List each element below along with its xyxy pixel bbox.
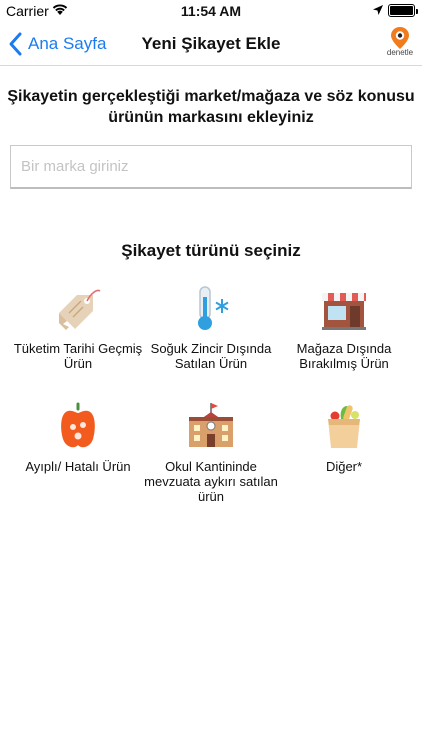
school-building-icon [189, 403, 233, 447]
category-other[interactable]: Diğer* [274, 401, 414, 474]
category-school-canteen[interactable]: Okul Kantininde mevzuata aykırı satılan … [141, 401, 281, 504]
rotten-pepper-icon [61, 402, 95, 448]
category-label: Soğuk Zincir Dışında Satılan Ürün [150, 341, 272, 371]
category-defective-product[interactable]: Ayıplı/ Hatalı Ürün [8, 401, 148, 474]
logo-text: denetle [386, 48, 414, 57]
page-title: Yeni Şikayet Ekle [141, 34, 281, 53]
battery-icon [388, 4, 418, 17]
brand-heading: Şikayetin gerçekleştiği market/mağaza ve… [7, 88, 415, 126]
category-label: Okul Kantininde mevzuata aykırı satılan … [144, 459, 278, 504]
thermometer-snow-icon [198, 286, 229, 330]
category-label: Mağaza Dışında Bırakılmış Ürün [296, 341, 392, 371]
map-pin-logo-icon [391, 27, 409, 49]
brand-input[interactable] [10, 145, 412, 189]
clock: 11:54 AM [180, 3, 242, 19]
storefront-icon [322, 293, 366, 330]
category-label: Tüketim Tarihi Geçmiş Ürün [13, 341, 143, 371]
app-logo: denetle [384, 26, 416, 62]
status-bar: Carrier 11:54 AM [0, 0, 422, 22]
navigation-bar: Ana Sayfa Yeni Şikayet Ekle denetle [0, 22, 422, 66]
location-arrow-icon [373, 5, 383, 15]
category-expired-product[interactable]: Tüketim Tarihi Geçmiş Ürün [8, 283, 148, 371]
category-label: Diğer* [325, 459, 363, 474]
category-outside-store[interactable]: Mağaza Dışında Bırakılmış Ürün [274, 283, 414, 371]
category-label: Ayıplı/ Hatalı Ürün [25, 459, 131, 474]
grocery-bag-icon [328, 405, 360, 448]
price-tag-icon [59, 289, 101, 330]
category-cold-chain[interactable]: Soğuk Zincir Dışında Satılan Ürün [141, 283, 281, 371]
complaint-type-heading: Şikayet türünü seçiniz [121, 241, 301, 260]
